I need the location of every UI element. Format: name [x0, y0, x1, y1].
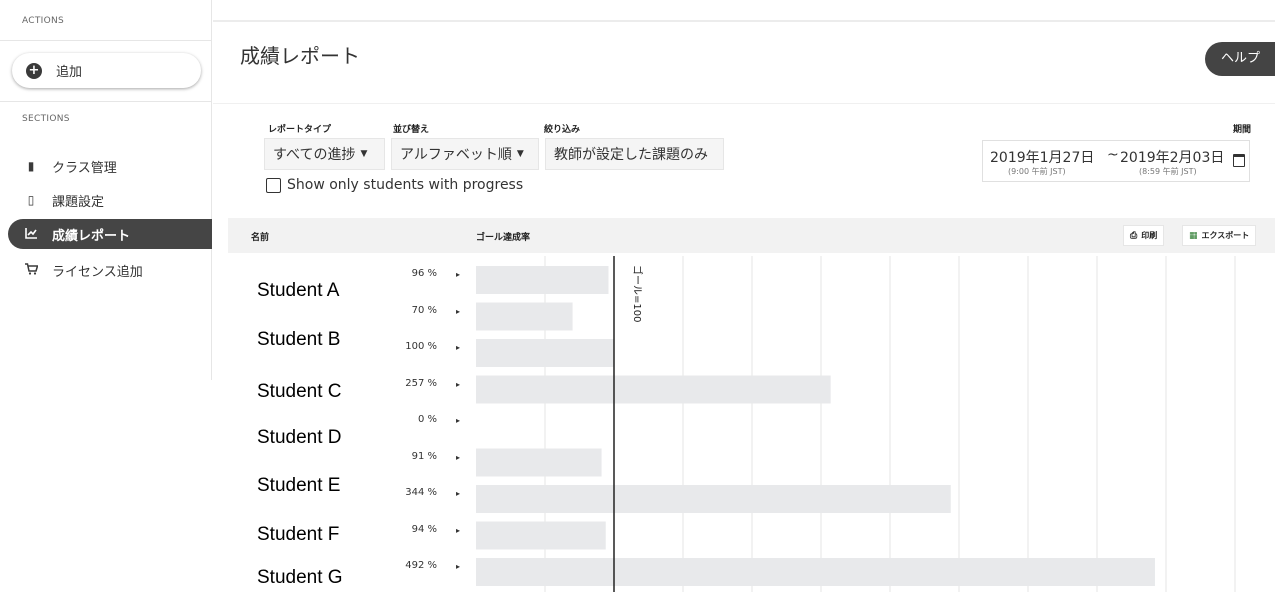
progress-bar[interactable]: [476, 448, 602, 477]
expand-row-icon[interactable]: ▸: [456, 562, 460, 571]
progress-bar[interactable]: [476, 339, 614, 367]
progress-bar[interactable]: [476, 558, 1155, 586]
expand-row-icon[interactable]: ▸: [456, 270, 460, 279]
goal-percent-label: 492 %: [405, 560, 437, 571]
goal-chart: ゴール=100: [476, 256, 1236, 592]
expand-row-icon[interactable]: ▸: [456, 489, 460, 498]
student-name[interactable]: Student A: [257, 280, 339, 302]
progress-bar[interactable]: [476, 375, 831, 404]
progress-bar[interactable]: [476, 302, 573, 331]
goal-percent-label: 344 %: [405, 487, 437, 498]
progress-bar[interactable]: [476, 521, 606, 550]
goal-percent-label: 257 %: [405, 377, 437, 389]
expand-row-icon[interactable]: ▸: [456, 380, 460, 389]
student-name[interactable]: Student E: [257, 475, 340, 497]
student-name[interactable]: Student G: [257, 567, 343, 589]
goal-percent-label: 100 %: [405, 341, 437, 352]
progress-bar[interactable]: [476, 266, 609, 294]
expand-row-icon[interactable]: ▸: [456, 416, 460, 425]
student-name[interactable]: Student C: [257, 381, 342, 403]
student-name[interactable]: Student F: [257, 524, 339, 546]
student-name[interactable]: Student D: [257, 427, 342, 449]
goal-percent-label: 96 %: [411, 268, 437, 279]
goal-percent-label: 94 %: [411, 523, 437, 535]
goal-percent-label: 91 %: [411, 450, 437, 462]
goal-percent-label: 70 %: [411, 304, 437, 316]
student-name[interactable]: Student B: [257, 329, 340, 351]
expand-row-icon[interactable]: ▸: [456, 526, 460, 535]
expand-row-icon[interactable]: ▸: [456, 453, 460, 462]
progress-bar[interactable]: [476, 485, 951, 513]
expand-row-icon[interactable]: ▸: [456, 343, 460, 352]
goal-line-label: ゴール=100: [631, 265, 644, 322]
goal-percent-label: 0 %: [417, 414, 437, 425]
expand-row-icon[interactable]: ▸: [456, 307, 460, 316]
